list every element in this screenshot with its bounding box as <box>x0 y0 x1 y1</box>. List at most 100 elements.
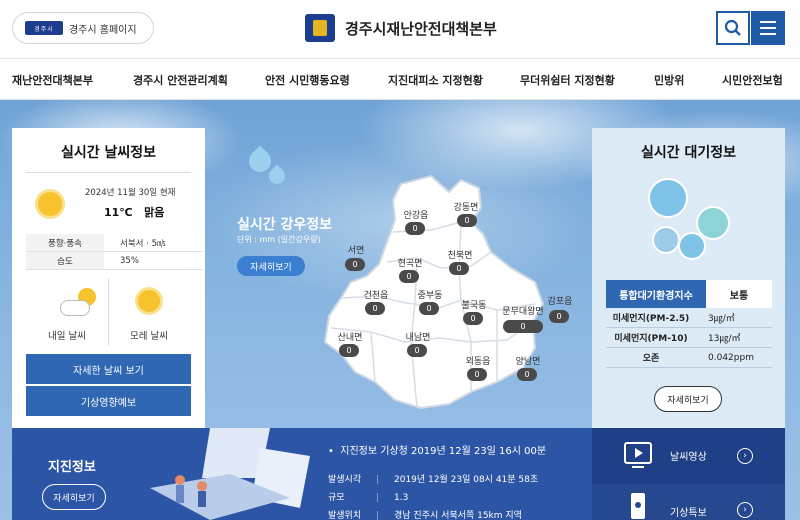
district-name: 불국동 <box>461 301 487 311</box>
search-icon <box>724 19 741 36</box>
weather-impact-button[interactable]: 기상영향예보 <box>26 386 191 416</box>
air-row-value: 0.042ppm <box>708 352 754 363</box>
district-name: 서면 <box>347 246 365 256</box>
earthquake-title: 지진정보 <box>48 460 96 475</box>
air-row: 오존 0.042ppm <box>606 348 772 368</box>
earthquake-row: 발생시각 | 2019년 12월 23일 08시 41분 58초 <box>328 472 538 485</box>
district-name: 문무대왕면 <box>502 307 544 317</box>
district-value[interactable]: 0 <box>339 344 359 357</box>
cloud-sun-icon <box>60 288 96 316</box>
district-value[interactable]: 0 <box>467 368 487 381</box>
emblem-icon <box>305 14 335 42</box>
menu-button[interactable] <box>751 11 785 45</box>
earthquake-row-value: 2019년 12월 23일 08시 41분 58초 <box>394 475 539 485</box>
weather-warning-link[interactable]: 기상특보 › <box>592 484 785 520</box>
air-index-value: 보통 <box>706 280 772 308</box>
earthquake-headline: • 지진정보 기상청 2019년 12월 23일 16시 00분 <box>328 446 547 457</box>
district-name: 현곡면 <box>397 259 423 269</box>
district-name: 감포읍 <box>547 297 573 307</box>
sun-icon <box>38 192 62 216</box>
nav-item-disaster-hq[interactable]: 재난안전대책본부 <box>12 72 93 88</box>
weather-row-key: 풍향·풍속 <box>26 234 104 251</box>
district-name: 외동읍 <box>465 357 491 367</box>
city-home-link[interactable]: 경주시 경주시 홈페이지 <box>12 12 154 44</box>
earthquake-detail-button[interactable]: 자세히보기 <box>42 484 106 510</box>
weather-detail-button[interactable]: 자세한 날씨 보기 <box>26 354 191 384</box>
menu-icon <box>760 21 776 23</box>
divider <box>26 172 191 173</box>
chevron-right-icon: › <box>737 448 753 464</box>
weather-title: 실시간 날씨정보 <box>60 145 157 161</box>
day-after-label: 모레 날씨 <box>130 331 168 342</box>
sun-icon <box>138 290 160 312</box>
weather-row-value: 서북서 · 5㎧ <box>120 238 166 249</box>
district-name: 천북면 <box>447 251 473 261</box>
tomorrow-label: 내일 날씨 <box>48 331 86 342</box>
air-title: 실시간 대기정보 <box>640 145 737 161</box>
district-name: 안강읍 <box>403 211 429 221</box>
bicycle-icon <box>678 232 706 260</box>
rainfall-panel: 실시간 강우정보 단위 : mm (일간강우량) 자세히보기 안강읍 0 강동면… <box>205 128 592 428</box>
district-value[interactable]: 0 <box>345 258 365 271</box>
weather-row: 풍향·풍속 서북서 · 5㎧ <box>26 234 203 252</box>
weather-panel: 실시간 날씨정보 2024년 11월 30일 현재 11℃ 맑음 풍향·풍속 서… <box>12 128 205 428</box>
district-value[interactable]: 0 <box>419 302 439 315</box>
weather-date: 2024년 11월 30일 현재 <box>85 188 176 198</box>
air-detail-button[interactable]: 자세히보기 <box>654 386 722 412</box>
weather-row: 습도 35% <box>26 252 203 270</box>
site-title-text: 경주시재난안전대책본부 <box>345 19 497 38</box>
earthquake-row: 규모 | 1.3 <box>328 490 408 503</box>
nav-item-action-guide[interactable]: 안전 시민행동요령 <box>265 72 350 88</box>
district-value[interactable]: 0 <box>365 302 385 315</box>
earthquake-row-key: 발생시각 <box>328 475 362 485</box>
weather-temp: 11℃ 맑음 <box>104 204 164 220</box>
main-nav: 재난안전대책본부 경주시 안전관리계획 안전 시민행동요령 지진대피소 지정현황… <box>0 58 800 100</box>
district-name: 강동면 <box>453 203 479 213</box>
district-value[interactable]: 0 <box>463 312 483 325</box>
weather-video-link[interactable]: 날씨영상 › <box>592 428 785 484</box>
earthquake-row-key: 규모 <box>328 493 345 503</box>
nav-item-safety-plan[interactable]: 경주시 안전관리계획 <box>133 72 228 88</box>
air-row-value: 13㎍/㎥ <box>708 334 741 344</box>
district-value[interactable]: 0 <box>405 222 425 235</box>
nav-item-citizen-insurance[interactable]: 시민안전보험 <box>722 72 783 88</box>
air-table: 미세먼지(PM-2.5) 3㎍/㎥ 미세먼지(PM-10) 13㎍/㎥ 오존 0… <box>606 308 772 368</box>
rainfall-title: 실시간 강우정보 <box>237 217 333 233</box>
header: 경주시 경주시 홈페이지 경주시재난안전대책본부 <box>0 0 800 58</box>
district-value[interactable]: 0 <box>457 214 477 227</box>
wind-turbine-icon <box>652 226 680 254</box>
earthquake-illustration <box>150 428 310 520</box>
weather-row-key: 습도 <box>26 252 104 269</box>
district-name: 건천읍 <box>363 291 389 301</box>
nav-item-quake-shelters[interactable]: 지진대피소 지정현황 <box>388 72 483 88</box>
weather-warning-label: 기상특보 <box>670 508 707 519</box>
air-row-key: 미세먼지(PM-2.5) <box>612 314 690 324</box>
nav-item-civil-defense[interactable]: 민방위 <box>654 72 684 88</box>
earthquake-row-value: 1.3 <box>394 493 409 503</box>
menu-icon-line <box>760 27 776 29</box>
district-value[interactable]: 0 <box>549 310 569 323</box>
district-name: 중부동 <box>417 291 443 301</box>
nav-item-heat-shelters[interactable]: 무더위쉼터 지정현황 <box>520 72 615 88</box>
mobile-alert-icon <box>631 493 645 519</box>
raindrop-icon <box>265 164 289 188</box>
district-value[interactable]: 0 <box>399 270 419 283</box>
district-name: 양남면 <box>515 357 541 367</box>
air-row-key: 오존 <box>642 354 660 364</box>
video-icon <box>624 442 652 468</box>
rainfall-detail-button[interactable]: 자세히보기 <box>237 256 305 276</box>
menu-icon-line <box>760 33 776 35</box>
weather-row-value: 35% <box>120 255 139 266</box>
air-index-label: 통합대기환경지수 <box>606 280 706 308</box>
district-name: 내남면 <box>405 333 431 343</box>
earthquake-row: 발생위치 | 경남 진주시 서북서쪽 15km 지역 <box>328 508 522 520</box>
district-name: 산내면 <box>337 333 363 343</box>
city-logo-icon: 경주시 <box>25 21 63 35</box>
district-value[interactable]: 0 <box>407 344 427 357</box>
air-quality-panel: 실시간 대기정보 통합대기환경지수 보통 미세먼지(PM-2.5) 3㎍/㎥ 미… <box>592 128 785 428</box>
site-title[interactable]: 경주시재난안전대책본부 <box>305 14 497 42</box>
search-button[interactable] <box>716 11 750 45</box>
district-value[interactable]: 0 <box>517 368 537 381</box>
district-value[interactable]: 0 <box>449 262 469 275</box>
district-value[interactable]: 0 <box>503 320 543 333</box>
